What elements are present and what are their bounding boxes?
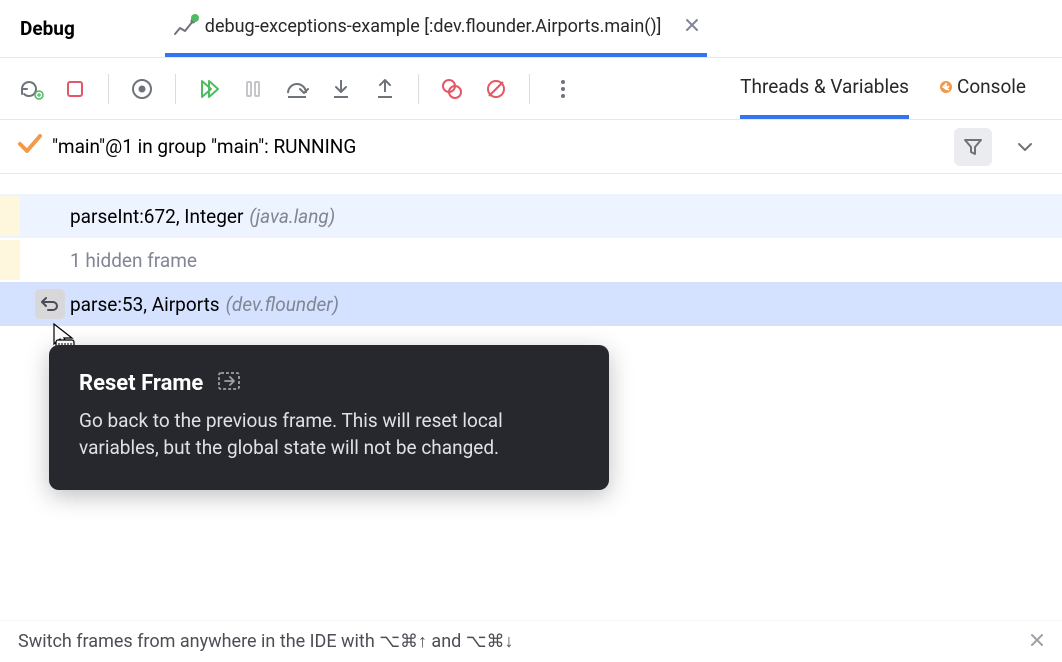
more-button[interactable]: [548, 74, 578, 104]
tab-label: debug-exceptions-example [:dev.flounder.…: [205, 16, 662, 37]
frame-row-hidden[interactable]: 1 hidden frame: [0, 238, 1062, 282]
run-config-tab[interactable]: debug-exceptions-example [:dev.flounder.…: [165, 0, 708, 57]
tooltip: Reset Frame Go back to the previous fram…: [49, 345, 609, 490]
console-overflow-icon: [939, 74, 951, 99]
debug-panel-tabs: Threads & Variables Console: [740, 58, 1046, 119]
mute-breakpoints-button[interactable]: [481, 74, 511, 104]
resume-button[interactable]: [194, 74, 224, 104]
header: Debug debug-exceptions-example [:dev.flo…: [0, 0, 1062, 58]
separator: [175, 74, 176, 104]
filter-button[interactable]: [954, 128, 992, 166]
checkmark-icon: [18, 134, 42, 159]
frame-method: parseInt:672, Integer: [70, 205, 243, 228]
step-out-button[interactable]: [370, 74, 400, 104]
tooltip-body: Go back to the previous frame. This will…: [79, 408, 579, 462]
tooltip-title: Reset Frame: [79, 371, 203, 396]
expand-button[interactable]: [1006, 128, 1044, 166]
pause-button[interactable]: [238, 74, 268, 104]
graph-icon: [173, 16, 195, 38]
stop-button[interactable]: [60, 74, 90, 104]
separator: [529, 74, 530, 104]
tab-threads-variables[interactable]: Threads & Variables: [740, 58, 909, 119]
frame-row[interactable]: parse:53, Airports (dev.flounder): [0, 282, 1062, 326]
frame-row[interactable]: parseInt:672, Integer (java.lang): [0, 194, 1062, 238]
thread-selector[interactable]: "main"@1 in group "main": RUNNING: [0, 120, 1062, 174]
separator: [108, 74, 109, 104]
yellow-marker: [0, 196, 20, 236]
debug-toolbar: Threads & Variables Console: [0, 58, 1062, 120]
rerun-button[interactable]: [16, 74, 46, 104]
step-icon: [217, 371, 241, 396]
frame-method: parse:53, Airports: [70, 293, 220, 316]
frames-list: parseInt:672, Integer (java.lang) 1 hidd…: [0, 174, 1062, 326]
frame-method: 1 hidden frame: [70, 249, 197, 272]
view-breakpoints-button[interactable]: [437, 74, 467, 104]
thread-label: "main"@1 in group "main": RUNNING: [52, 135, 356, 158]
debug-title: Debug: [20, 17, 75, 40]
hint-text: Switch frames from anywhere in the IDE w…: [18, 631, 514, 652]
tab-console[interactable]: Console: [939, 58, 1026, 119]
tab-label-console: Console: [957, 75, 1026, 98]
yellow-marker: [0, 240, 20, 280]
tab-label-threads: Threads & Variables: [740, 75, 909, 98]
show-execution-point-button[interactable]: [127, 74, 157, 104]
step-into-button[interactable]: [326, 74, 356, 104]
frame-package: (java.lang): [249, 205, 335, 228]
step-over-button[interactable]: [282, 74, 312, 104]
close-icon[interactable]: [1030, 631, 1044, 652]
close-icon[interactable]: [685, 17, 699, 36]
separator: [418, 74, 419, 104]
reset-frame-button[interactable]: [35, 289, 65, 319]
frame-package: (dev.flounder): [226, 293, 339, 316]
hint-bar: Switch frames from anywhere in the IDE w…: [0, 620, 1062, 662]
